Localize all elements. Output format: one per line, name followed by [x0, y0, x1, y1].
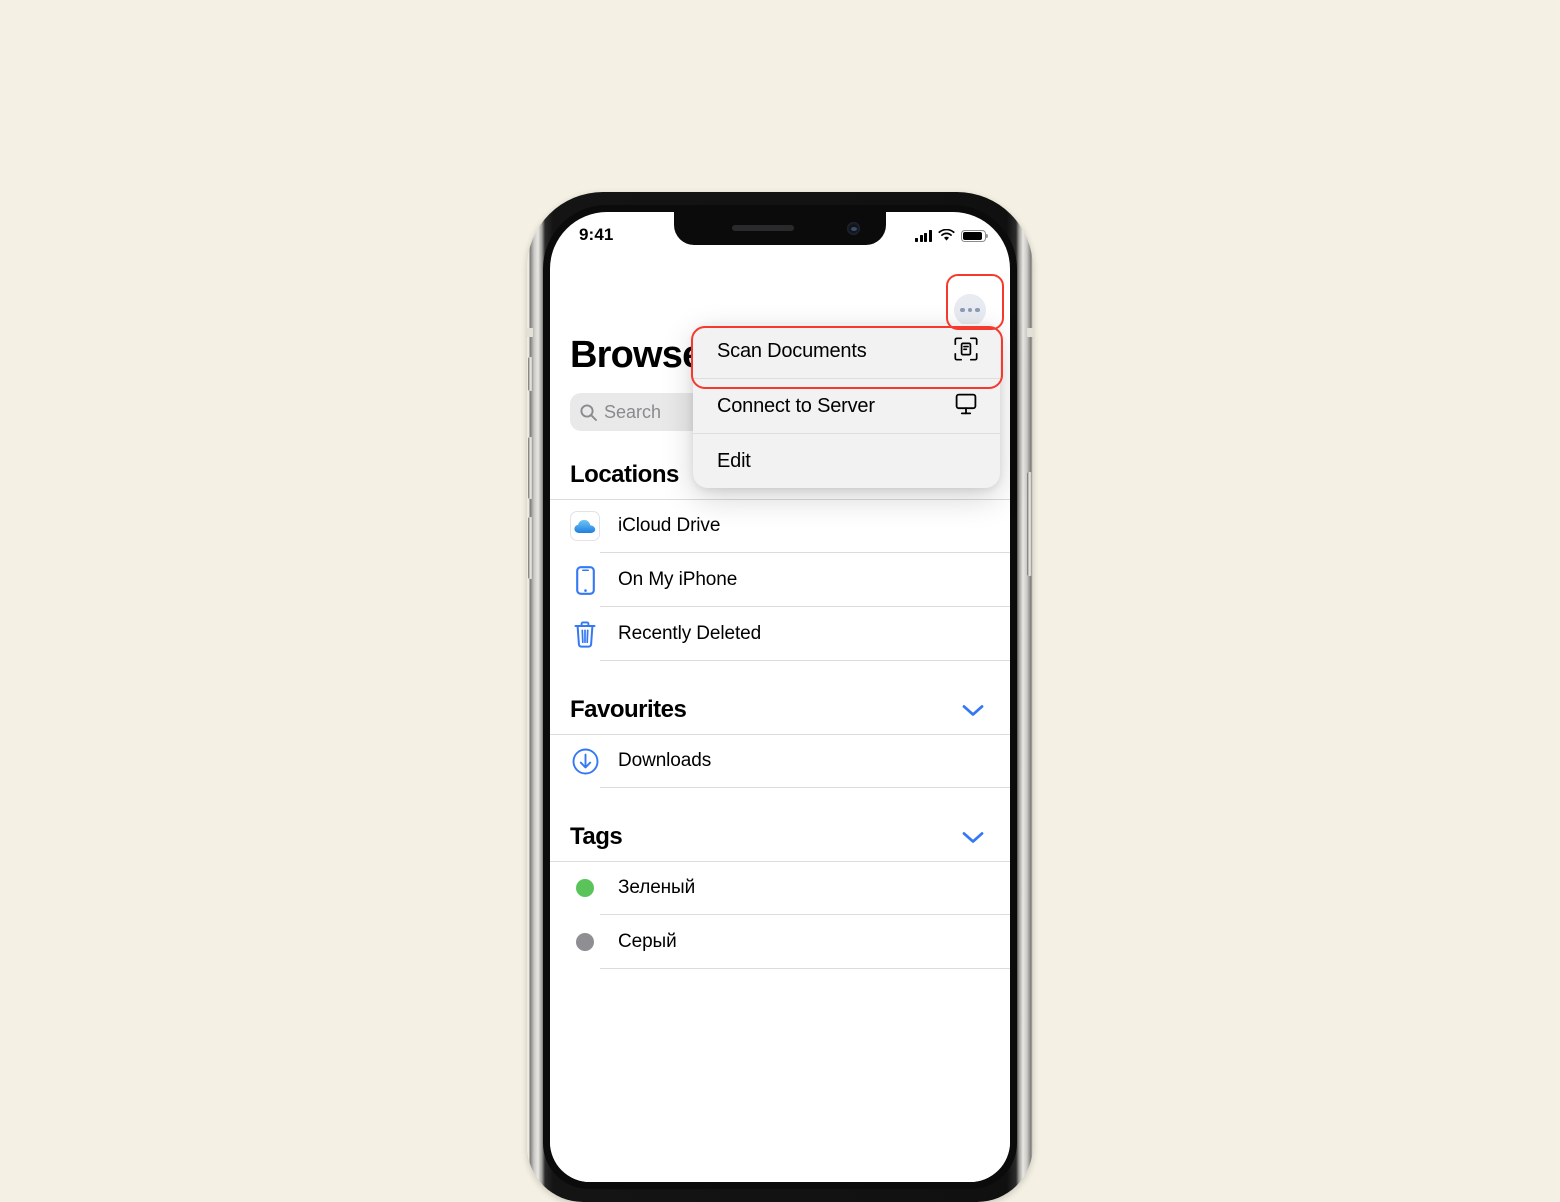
menu-item-label: Connect to Server [717, 394, 875, 417]
list-item-tag-green[interactable]: Зеленый [550, 861, 1010, 915]
chevron-down-icon[interactable] [962, 831, 984, 844]
section-title-tags: Tags [570, 823, 623, 850]
volume-up-button[interactable] [528, 437, 533, 499]
list-item-label: iCloud Drive [618, 515, 721, 536]
context-menu: Scan Documents Connect to Server Edit [693, 324, 1000, 488]
iphone-icon [570, 565, 600, 595]
section-title-favourites: Favourites [570, 696, 687, 723]
more-button[interactable] [954, 294, 986, 326]
list-item-recently-deleted[interactable]: Recently Deleted [550, 607, 1010, 661]
browse-list: Locations iCloud Drive On My iPhone Rece… [550, 450, 1010, 1182]
tag-dot-icon [570, 879, 600, 897]
list-item-label: On My iPhone [618, 569, 738, 590]
status-time: 9:41 [579, 225, 614, 244]
list-item-label: Серый [618, 931, 677, 952]
ellipsis-dot-3 [975, 307, 980, 313]
ellipsis-dot-2 [967, 307, 973, 313]
front-camera-icon [847, 222, 860, 235]
antenna-line-left [527, 328, 533, 337]
battery-icon [961, 229, 989, 242]
edit-menu-item[interactable]: Edit [693, 434, 1000, 488]
list-item-downloads[interactable]: Downloads [550, 734, 1010, 788]
list-item-tag-grey[interactable]: Серый [550, 915, 1010, 969]
section-gap [550, 788, 1010, 812]
scan-documents-menu-item[interactable]: Scan Documents [693, 324, 1000, 378]
cellular-signal-icon [914, 230, 932, 242]
list-item-label: Downloads [618, 750, 712, 771]
search-icon [579, 403, 598, 422]
download-circle-icon [570, 748, 600, 775]
connect-to-server-menu-item[interactable]: Connect to Server [693, 379, 1000, 433]
list-item-label: Recently Deleted [618, 623, 762, 644]
menu-item-label: Scan Documents [717, 339, 867, 362]
section-gap [550, 661, 1010, 685]
display-monitor-icon [954, 392, 978, 421]
chevron-down-icon[interactable] [962, 704, 984, 717]
trash-icon [570, 620, 600, 648]
menu-item-label: Edit [717, 449, 751, 472]
tag-dot-icon [570, 933, 600, 951]
page-title: Browse [570, 334, 703, 376]
ellipsis-dot-1 [960, 307, 965, 313]
search-placeholder: Search [604, 401, 662, 422]
section-title-locations: Locations [570, 461, 679, 488]
antenna-line-right [1027, 328, 1033, 337]
document-scanner-icon [954, 336, 978, 366]
status-icons [914, 226, 989, 242]
earpiece-speaker-icon [732, 225, 794, 231]
silent-switch[interactable] [528, 357, 533, 391]
power-button[interactable] [1027, 472, 1032, 576]
wifi-icon [938, 229, 955, 241]
list-item-on-my-iphone[interactable]: On My iPhone [550, 553, 1010, 607]
list-item-label: Зеленый [618, 877, 696, 898]
section-header-favourites[interactable]: Favourites [550, 685, 1010, 734]
notch [674, 212, 886, 245]
icloud-drive-icon [570, 511, 600, 541]
list-item-icloud-drive[interactable]: iCloud Drive [550, 499, 1010, 553]
section-header-tags[interactable]: Tags [550, 812, 1010, 861]
volume-down-button[interactable] [528, 517, 533, 579]
